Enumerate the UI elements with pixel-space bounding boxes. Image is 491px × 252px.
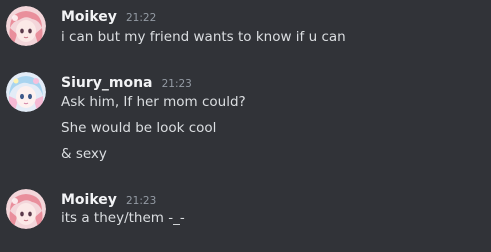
chat-message-list: Moikey 21:22 i can but my friend wants t… [0, 0, 491, 252]
user-avatar[interactable] [6, 72, 46, 112]
pink-haired-anime-avatar-icon [6, 189, 46, 229]
message-header: Moikey 21:23 [61, 189, 156, 208]
message-text: its a they/them -_- [61, 210, 185, 226]
pink-haired-anime-avatar-icon [6, 6, 46, 46]
message-header: Siury_mona 21:23 [61, 72, 192, 91]
timestamp: 21:23 [126, 195, 157, 207]
message-text: i can but my friend wants to know if u c… [61, 29, 346, 45]
timestamp: 21:22 [126, 12, 157, 24]
username[interactable]: Moikey [61, 9, 117, 25]
message-header: Moikey 21:22 [61, 6, 156, 25]
user-avatar[interactable] [6, 6, 46, 46]
username[interactable]: Moikey [61, 192, 117, 208]
timestamp: 21:23 [161, 78, 192, 90]
message-text: She would be look cool [61, 120, 217, 136]
message-text: & sexy [61, 146, 107, 162]
message-text: Ask him, If her mom could? [61, 94, 246, 110]
user-avatar[interactable] [6, 189, 46, 229]
username[interactable]: Siury_mona [61, 75, 153, 91]
pastel-anime-avatar-icon [6, 72, 46, 112]
